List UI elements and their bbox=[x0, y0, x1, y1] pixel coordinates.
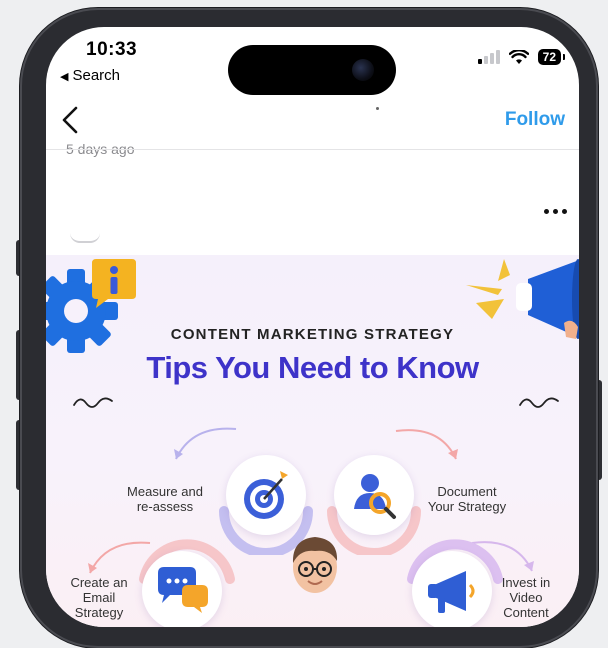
post-image[interactable]: CONTENT MARKETING STRATEGY Tips You Need… bbox=[46, 255, 579, 627]
post-headline: Tips You Need to Know bbox=[146, 350, 479, 385]
avatar-character bbox=[292, 537, 338, 593]
info-icon bbox=[92, 259, 136, 308]
status-icons: 72 bbox=[477, 49, 566, 65]
nav-bar: Follow bbox=[46, 97, 579, 147]
person-search-icon bbox=[354, 474, 396, 519]
nav-dot bbox=[376, 107, 379, 110]
target-icon bbox=[244, 471, 288, 519]
tip-label-measure: Measure and re-assess bbox=[127, 484, 203, 514]
squiggle-right bbox=[519, 397, 559, 408]
avatar bbox=[70, 233, 100, 243]
tip-label-document: Document Your Strategy bbox=[427, 484, 507, 514]
cellular-signal-icon bbox=[477, 50, 500, 64]
tip-label-video: Invest in Video Content bbox=[501, 575, 551, 620]
tip-label-email: Create an Email Strategy bbox=[70, 575, 128, 620]
phone-screen: 10:33 ◀ Search 72 Follow 5 days ago CONT… bbox=[46, 27, 579, 627]
tip-bubble-measure bbox=[226, 455, 306, 535]
back-chevron-icon[interactable] bbox=[56, 103, 86, 137]
dynamic-island bbox=[228, 45, 396, 95]
nav-divider bbox=[46, 149, 579, 150]
chat-bubbles-icon bbox=[158, 567, 208, 613]
follow-button[interactable]: Follow bbox=[505, 109, 565, 131]
back-to-app-link[interactable]: ◀ Search bbox=[60, 67, 120, 84]
post-kicker: CONTENT MARKETING STRATEGY bbox=[170, 326, 455, 343]
tip-bubble-video bbox=[412, 551, 492, 627]
status-time: 10:33 bbox=[86, 39, 138, 60]
battery-indicator: 72 bbox=[537, 49, 566, 65]
back-app-label: Search bbox=[72, 67, 120, 84]
wifi-icon bbox=[508, 49, 529, 64]
tip-bubble-document bbox=[334, 455, 414, 535]
more-options-icon[interactable] bbox=[544, 209, 567, 214]
megaphone-small-icon bbox=[428, 571, 475, 613]
tip-bubble-email bbox=[142, 551, 222, 627]
back-triangle-icon: ◀ bbox=[60, 71, 69, 83]
confetti-icon bbox=[466, 259, 510, 319]
squiggle-left bbox=[73, 397, 113, 408]
camera-icon bbox=[352, 59, 374, 81]
